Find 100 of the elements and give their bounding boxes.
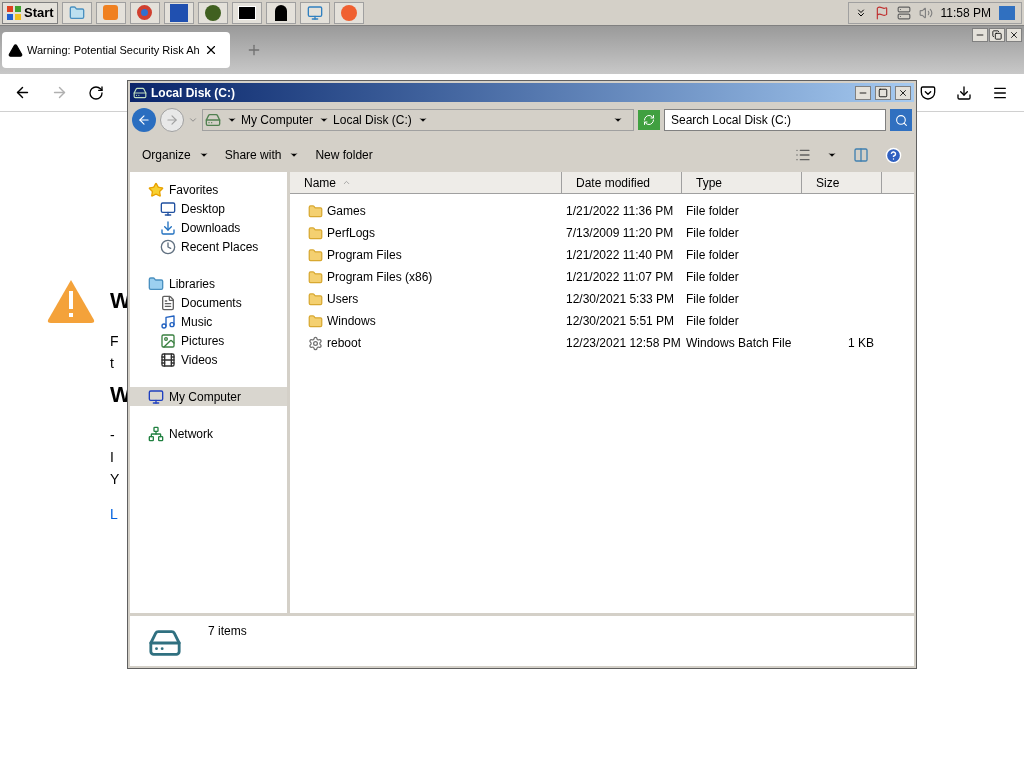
caret-icon[interactable] (827, 150, 837, 160)
star-icon (148, 181, 164, 198)
item-count: 7 items (208, 623, 247, 640)
caret-icon (417, 115, 428, 125)
start-button[interactable]: Start (2, 1, 58, 24)
network-icon[interactable] (896, 5, 911, 20)
caret-icon (613, 115, 623, 125)
close-button[interactable] (1006, 28, 1022, 42)
type-cell-text: File folder (685, 313, 740, 330)
clock-icon (160, 238, 176, 255)
date-cell-text: 12/30/2021 5:51 PM (565, 313, 676, 330)
film-icon (160, 351, 176, 368)
breadcrumb-item[interactable]: Local Disk (C:) (333, 111, 412, 129)
nav-item[interactable]: Network (130, 424, 287, 443)
date-cell-text: 12/23/2021 12:58 PM (565, 335, 682, 352)
minimize-button[interactable] (972, 28, 988, 42)
folder-icon (308, 313, 323, 329)
file-name: reboot (327, 335, 362, 352)
nav-item[interactable]: Music (130, 312, 287, 331)
folder-icon (148, 275, 164, 292)
speaker-icon[interactable] (918, 5, 933, 20)
nav-item[interactable]: Recent Places (130, 237, 287, 256)
image-icon (160, 332, 176, 349)
caret-icon (227, 115, 237, 125)
nav-item[interactable]: Pictures (130, 331, 287, 350)
network-icon (148, 425, 164, 442)
reload-icon[interactable] (88, 84, 104, 101)
download-icon[interactable] (956, 84, 972, 101)
flag-icon[interactable] (874, 5, 889, 20)
gear-file-icon (308, 335, 323, 351)
toolbar-button[interactable]: Organize (142, 146, 209, 164)
date-cell-text: 7/13/2009 11:20 PM (565, 225, 675, 242)
back-arrow-icon (137, 113, 151, 127)
file-row[interactable]: Program Files 1/21/2022 11:40 PM File folder (290, 244, 914, 266)
text-fragment: t (110, 354, 115, 372)
refresh-button[interactable] (638, 110, 660, 130)
address-bar[interactable]: My Computer Local Disk (C:) (202, 109, 634, 131)
computer-icon (148, 388, 164, 405)
windows-logo-icon (6, 4, 22, 21)
forward-arrow-icon (165, 113, 179, 127)
close-button[interactable] (895, 85, 911, 100)
nav-item[interactable]: Desktop (130, 199, 287, 218)
text-fragment: I (110, 448, 115, 466)
view-icon[interactable] (795, 147, 811, 163)
size-cell: 1 KB (848, 336, 874, 350)
nav-item[interactable]: Libraries (130, 274, 287, 293)
search-field[interactable]: Search Local Disk (C:) (664, 109, 886, 131)
type-cell-text: File folder (685, 291, 740, 308)
search-icon (894, 113, 908, 127)
column-header[interactable]: Size (802, 172, 882, 193)
file-row[interactable]: Users 12/30/2021 5:33 PM File folder (290, 288, 914, 310)
link-fragment[interactable]: L (110, 504, 131, 525)
file-row[interactable]: Games 1/21/2022 11:36 PM File folder (290, 200, 914, 222)
breadcrumb-item[interactable]: My Computer (241, 111, 314, 129)
nav-item[interactable]: Documents (130, 293, 287, 312)
folder-icon[interactable] (61, 1, 92, 24)
document-icon (160, 294, 176, 311)
header-filler (882, 172, 914, 193)
folder-icon (308, 269, 323, 285)
window-title: Local Disk (C:) (151, 84, 235, 102)
type-cell-text: File folder (685, 247, 740, 264)
search-button[interactable] (890, 109, 912, 131)
browser-tab[interactable]: Warning: Potential Security Risk Ah (2, 32, 230, 68)
toolbar-button[interactable]: Share with (224, 146, 300, 164)
column-header[interactable]: Date modified (562, 172, 682, 193)
back-icon[interactable] (14, 84, 31, 101)
date-cell-text: 1/21/2022 11:40 PM (565, 247, 675, 264)
monitor-icon (160, 200, 176, 217)
folder-icon (308, 203, 323, 219)
file-name: Program Files (327, 247, 402, 264)
pocket-icon[interactable] (920, 84, 936, 101)
column-header[interactable]: Name (290, 172, 562, 193)
back-button[interactable] (132, 108, 156, 132)
preview-pane-icon[interactable] (853, 147, 869, 163)
text-fragment: - (110, 426, 116, 444)
file-row[interactable]: reboot 12/23/2021 12:58 PM Windows Batch File 1 KB (290, 332, 914, 354)
file-name: Program Files (x86) (327, 269, 433, 286)
drive-icon (133, 85, 147, 100)
nav-item[interactable]: Downloads (130, 218, 287, 237)
nav-item[interactable]: My Computer (130, 387, 287, 406)
type-cell-text: File folder (685, 203, 740, 220)
help-icon[interactable] (885, 146, 902, 164)
file-row[interactable]: Program Files (x86) 1/21/2022 11:07 PM File folder (290, 266, 914, 288)
forward-icon[interactable] (51, 84, 68, 101)
column-header[interactable]: Type (682, 172, 802, 193)
file-row[interactable]: PerfLogs 7/13/2009 11:20 PM File folder (290, 222, 914, 244)
close-icon (1009, 30, 1019, 40)
nav-item[interactable]: Favorites (130, 180, 287, 199)
file-name: Games (327, 203, 366, 220)
maximize-button[interactable] (875, 85, 891, 100)
nav-item[interactable]: Videos (130, 350, 287, 369)
restore-icon (992, 30, 1002, 40)
folder-icon (308, 225, 323, 241)
minimize-button[interactable] (855, 85, 871, 100)
file-name: Users (327, 291, 359, 308)
restore-button[interactable] (989, 28, 1005, 42)
caret-icon (319, 115, 330, 125)
clock-time: 11:58 PM (940, 4, 991, 22)
file-row[interactable]: Windows 12/30/2021 5:51 PM File folder (290, 310, 914, 332)
toolbar-button[interactable]: New folder (315, 146, 373, 164)
